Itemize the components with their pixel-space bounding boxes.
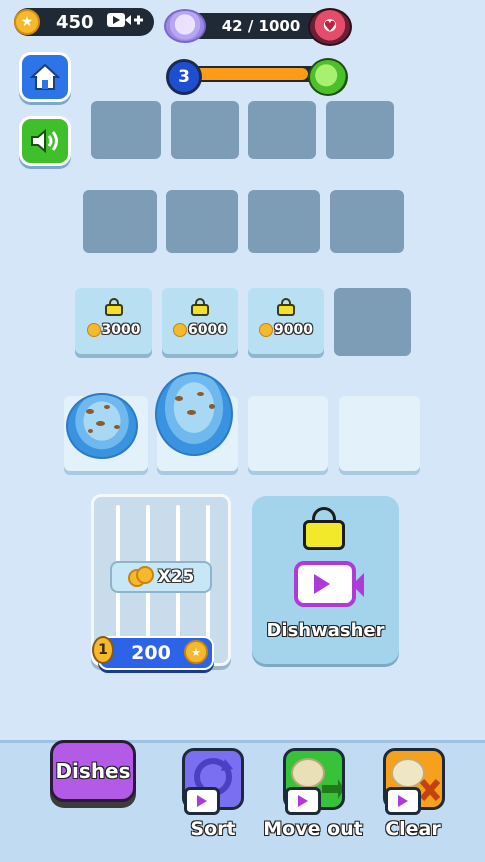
- coin-icon: [259, 323, 274, 337]
- level-progress-bar: [184, 66, 324, 82]
- sound-button[interactable]: [19, 116, 71, 166]
- video-ad-icon[interactable]: [294, 561, 364, 607]
- locked-slot[interactable]: 3000: [75, 288, 152, 354]
- locked-slot[interactable]: 6000: [162, 288, 238, 354]
- empty-slot: [326, 101, 394, 159]
- video-ad-icon: [385, 787, 421, 815]
- rack-level: 1: [98, 642, 108, 658]
- coin-icon: ★: [14, 9, 40, 35]
- dishwasher-label: Dishwasher: [266, 620, 385, 641]
- rack-capacity: X25: [110, 561, 212, 593]
- empty-slot: [166, 190, 238, 253]
- lock-icon: [303, 507, 345, 550]
- plates-progress-text: 42 / 1000: [221, 17, 301, 35]
- dishes-label: Dishes: [55, 759, 131, 783]
- plate-slot[interactable]: [339, 396, 420, 471]
- home-button[interactable]: [19, 52, 71, 102]
- level-badge: 3: [166, 59, 202, 95]
- lock-icon: [191, 298, 209, 316]
- dirty-plate-stack[interactable]: [66, 393, 138, 459]
- empty-slot: [171, 101, 239, 159]
- rack-level-badge: 1: [92, 636, 114, 664]
- next-level-plates-icon: [308, 58, 348, 96]
- clear-label: Clear: [385, 818, 441, 840]
- empty-slot: [334, 288, 411, 356]
- move-out-label: Move out: [263, 818, 363, 840]
- empty-slot: [83, 190, 157, 253]
- coin-icon: [173, 323, 188, 337]
- plate-stack-icon: [164, 9, 206, 43]
- dirty-plate-stack[interactable]: [155, 372, 233, 456]
- dishes-button[interactable]: Dishes: [50, 740, 136, 802]
- slot-price: 3000: [101, 322, 141, 338]
- lock-icon: [277, 298, 295, 316]
- plate-slot[interactable]: [248, 396, 328, 471]
- coins-icon: [127, 566, 154, 588]
- video-ad-icon: [285, 787, 321, 815]
- slot-price: 6000: [188, 322, 227, 338]
- level-progress-fill: [186, 68, 309, 80]
- slot-price: 9000: [274, 322, 313, 338]
- sort-label: Sort: [190, 818, 236, 840]
- empty-slot: [248, 101, 316, 159]
- coin-icon: [86, 323, 101, 337]
- empty-slot: [91, 101, 161, 159]
- locked-slot[interactable]: 9000: [248, 288, 324, 354]
- video-ad-icon: [184, 787, 220, 815]
- level-number: 3: [178, 67, 190, 87]
- empty-slot: [330, 190, 404, 253]
- video-plus-icon[interactable]: [106, 10, 144, 35]
- lock-icon: [104, 298, 123, 316]
- heart-plate-icon: ♥: [308, 8, 352, 46]
- rack-multiplier: X25: [157, 567, 195, 587]
- empty-slot: [248, 190, 320, 253]
- home-icon: [30, 63, 60, 90]
- speaker-icon: [31, 128, 58, 154]
- rack-cost-amount: 200: [131, 642, 171, 664]
- coin-icon: ★: [184, 640, 208, 664]
- coin-amount: 450: [56, 11, 94, 33]
- coin-counter[interactable]: ★ 450: [14, 8, 154, 36]
